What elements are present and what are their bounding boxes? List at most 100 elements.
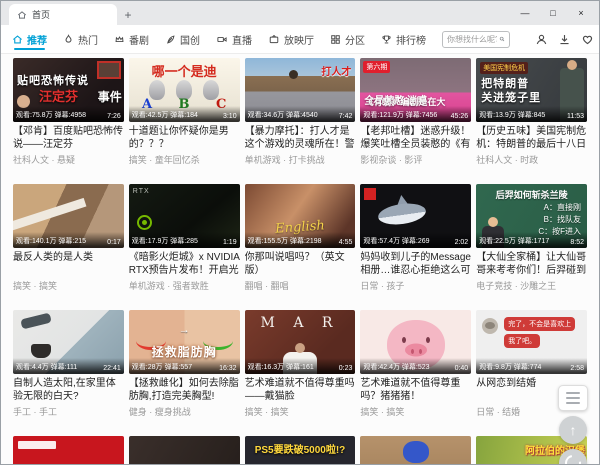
download-icon[interactable]: [558, 33, 571, 46]
video-title[interactable]: 【暴力摩托】：打人才是这个游戏的灵魂所在！警察都制不住！: [245, 125, 356, 151]
video-thumbnail[interactable]: 打人才 观看:34.6万 弹幕:4540 7:42: [245, 58, 356, 122]
thumb-overlay-text: 关进笼子里: [481, 89, 541, 105]
video-title[interactable]: 【大仙全家桶】让大仙哥哥来考考你们！后羿碰到兰陵王必出…: [476, 251, 587, 277]
refresh-button[interactable]: [559, 449, 587, 464]
maximize-button[interactable]: □: [539, 1, 567, 25]
video-thumbnail[interactable]: 观看:4.4万 弹幕:111 22:41: [13, 310, 124, 374]
video-card[interactable]: 美国宪制危机 把特朗普 关进笼子里 观看:13.9万 弹幕:845 11:53 …: [476, 58, 587, 166]
nav-item-cinema[interactable]: 放映厅: [268, 25, 314, 53]
video-title[interactable]: 最反人类的是人类: [13, 251, 124, 277]
back-to-top-button[interactable]: ↑: [559, 416, 587, 444]
video-thumbnail[interactable]: RTX 观看:17.9万 弹幕:285 1:19: [129, 184, 240, 248]
video-title[interactable]: 十道题让你怀疑你是男的？？？: [129, 125, 240, 151]
video-title[interactable]: 艺术难道就不值得尊重吗——戴猫脸: [245, 377, 356, 403]
video-thumbnail[interactable]: 第六期 全员装憨 迷惑 《有翡》编剧是在大 观看:121.9万 弹幕:7456 …: [360, 58, 471, 122]
wooden-box-graphic: [13, 198, 86, 231]
video-card[interactable]: PS5要跌破5000啦!?: [245, 436, 356, 464]
video-thumbnail[interactable]: [360, 436, 471, 464]
video-card[interactable]: 第六期 全员装憨 迷惑 《有翡》编剧是在大 观看:121.9万 弹幕:7456 …: [360, 58, 471, 166]
close-button[interactable]: ×: [567, 1, 595, 25]
video-category[interactable]: 单机游戏 · 强者致胜: [129, 279, 240, 292]
video-category[interactable]: 手工 · 手工: [13, 405, 124, 418]
video-category[interactable]: 社科人文 · 时政: [476, 153, 587, 166]
nav-item-anime[interactable]: 番剧: [114, 25, 149, 53]
video-category[interactable]: 搞笑 · 搞笑: [13, 279, 124, 292]
video-card[interactable]: → 拯救脂肪胸 观看:28万 弹幕:557 16:32 【拯救雌化】如何去除脂肪…: [129, 310, 240, 418]
nav-item-live[interactable]: 直播: [216, 25, 252, 53]
video-grid: 贴吧恐怖传说 汪定芬 事件 观看:75.8万 弹幕:4958 7:26 【邓肯】…: [1, 54, 599, 464]
search-input[interactable]: [447, 35, 497, 44]
video-category[interactable]: 影视杂谈 · 影评: [360, 153, 471, 166]
search-box[interactable]: [442, 31, 510, 48]
video-category[interactable]: 电子竞技 · 沙雕之王: [476, 279, 587, 292]
video-thumbnail[interactable]: 观看:57.4万 弹幕:269 2:02: [360, 184, 471, 248]
video-card[interactable]: [360, 436, 471, 464]
video-title[interactable]: 你那叫说唱吗？（英文版）: [245, 251, 356, 277]
video-thumbnail[interactable]: M A R 观看:16.3万 弹幕:161 0:23: [245, 310, 356, 374]
nav-label: 国创: [180, 32, 200, 47]
video-card[interactable]: 观看:140.1万 弹幕:215 0:17 最反人类的是人类 搞笑 · 搞笑: [13, 184, 124, 292]
nav-item-categories[interactable]: 分区: [330, 25, 365, 53]
nav-item-guochuang[interactable]: 国创: [165, 25, 200, 53]
video-title[interactable]: 《暗影火炬城》x NVIDIA RTX预告片发布！开启光追新时代!: [129, 251, 240, 277]
video-thumbnail[interactable]: English 观看:155.5万 弹幕:2198 4:55: [245, 184, 356, 248]
video-category[interactable]: 单机游戏 · 打卡挑战: [245, 153, 356, 166]
tab-home[interactable]: 首页: [9, 4, 117, 25]
video-title[interactable]: 艺术难道就不值得尊重吗？猪猪猪！: [360, 377, 471, 403]
video-thumbnail[interactable]: 哪一个是迪 ABC 观看:42.5万 弹幕:184 3:10: [129, 58, 240, 122]
video-stats-bar: 观看:42.4万 弹幕:523 0:40: [360, 358, 471, 374]
video-category[interactable]: 翻唱 · 翻唱: [245, 279, 356, 292]
search-icon[interactable]: [499, 34, 505, 44]
video-title[interactable]: 【拯救雌化】如何去除脂肪胸,打造完美胸型!: [129, 377, 240, 403]
pig-eye-graphic: [402, 337, 406, 343]
video-card[interactable]: 观看:57.4万 弹幕:269 2:02 妈妈收到儿子的Message相册…谁忍…: [360, 184, 471, 292]
video-card[interactable]: 贴吧恐怖传说 汪定芬 事件 观看:75.8万 弹幕:4958 7:26 【邓肯】…: [13, 58, 124, 166]
video-stats: 观看:17.9万 弹幕:285: [132, 236, 198, 246]
minimize-button[interactable]: —: [511, 1, 539, 25]
video-thumbnail[interactable]: 观看:42.4万 弹幕:523 0:40: [360, 310, 471, 374]
video-thumbnail[interactable]: 后羿如何斩杀兰陵 A：直接刚 B：找队友 C：按F进入 观看:22.5万 弹幕:…: [476, 184, 587, 248]
video-thumbnail[interactable]: [129, 436, 240, 464]
video-duration: 16:32: [219, 365, 237, 372]
video-title[interactable]: 妈妈收到儿子的Message相册…谁忍心拒绝这么可爱的小猫…: [360, 251, 471, 277]
video-card[interactable]: 观看:42.4万 弹幕:523 0:40 艺术难道就不值得尊重吗？猪猪猪！ 搞笑…: [360, 310, 471, 418]
video-category[interactable]: 搞笑 · 搞笑: [245, 405, 356, 418]
video-thumbnail[interactable]: → 拯救脂肪胸 观看:28万 弹幕:557 16:32: [129, 310, 240, 374]
video-stats-bar: 观看:57.4万 弹幕:269 2:02: [360, 232, 471, 248]
video-title[interactable]: 【邓肯】百度贴吧恐怖传说——汪定芬: [13, 125, 124, 151]
video-card[interactable]: RTX 观看:17.9万 弹幕:285 1:19 《暗影火炬城》x NVIDIA…: [129, 184, 240, 292]
video-stats-bar: 观看:140.1万 弹幕:215 0:17: [13, 232, 124, 248]
video-thumbnail[interactable]: 完了，不会是喜欢上 我了吧。 观看:9.8万 弹幕:774 2:58: [476, 310, 587, 374]
video-title[interactable]: 自制人造太阳,在家里体验无限的白天?: [13, 377, 124, 403]
danmaku-list-button[interactable]: [558, 385, 588, 411]
video-category[interactable]: 搞笑 · 搞笑: [360, 405, 471, 418]
video-card[interactable]: M A R 观看:16.3万 弹幕:161 0:23 艺术难道就不值得尊重吗——…: [245, 310, 356, 418]
video-card[interactable]: [13, 436, 124, 464]
video-thumbnail[interactable]: PS5要跌破5000啦!?: [245, 436, 356, 464]
video-card[interactable]: English 观看:155.5万 弹幕:2198 4:55 你那叫说唱吗？（英…: [245, 184, 356, 292]
nav-item-hot[interactable]: 热门: [63, 25, 98, 53]
nav-item-recommend[interactable]: 推荐: [12, 25, 47, 53]
video-category[interactable]: 社科人文 · 悬疑: [13, 153, 124, 166]
video-category[interactable]: 健身 · 瘦身挑战: [129, 405, 240, 418]
video-card[interactable]: 打人才 观看:34.6万 弹幕:4540 7:42 【暴力摩托】：打人才是这个游…: [245, 58, 356, 166]
toolbar-icons: [535, 33, 600, 46]
video-card[interactable]: 后羿如何斩杀兰陵 A：直接刚 B：找队友 C：按F进入 观看:22.5万 弹幕:…: [476, 184, 587, 292]
video-card[interactable]: 哪一个是迪 ABC 观看:42.5万 弹幕:184 3:10 十道题让你怀疑你是…: [129, 58, 240, 166]
favorites-heart-icon[interactable]: [581, 33, 594, 46]
video-duration: 4:55: [339, 239, 353, 246]
video-thumbnail[interactable]: 贴吧恐怖传说 汪定芬 事件 观看:75.8万 弹幕:4958 7:26: [13, 58, 124, 122]
video-stats: 观看:42.4万 弹幕:523: [363, 362, 429, 372]
video-thumbnail[interactable]: 观看:140.1万 弹幕:215 0:17: [13, 184, 124, 248]
video-category[interactable]: 搞笑 · 童年回忆杀: [129, 153, 240, 166]
video-card[interactable]: [129, 436, 240, 464]
video-title[interactable]: 【历史五味】美国宪制危机：特朗普的最后十八日: [476, 125, 587, 151]
video-category[interactable]: 日常 · 孩子: [360, 279, 471, 292]
user-icon[interactable]: [535, 33, 548, 46]
video-card[interactable]: 观看:4.4万 弹幕:111 22:41 自制人造太阳,在家里体验无限的白天? …: [13, 310, 124, 418]
video-thumbnail[interactable]: 美国宪制危机 把特朗普 关进笼子里 观看:13.9万 弹幕:845 11:53: [476, 58, 587, 122]
nav-item-ranking[interactable]: 排行榜: [381, 25, 426, 53]
video-thumbnail[interactable]: [13, 436, 124, 464]
new-tab-button[interactable]: +: [117, 5, 139, 25]
video-title[interactable]: 【老邦吐槽】迷惑升级！爆笑吐槽全员装憨的《有翡》: [360, 125, 471, 151]
